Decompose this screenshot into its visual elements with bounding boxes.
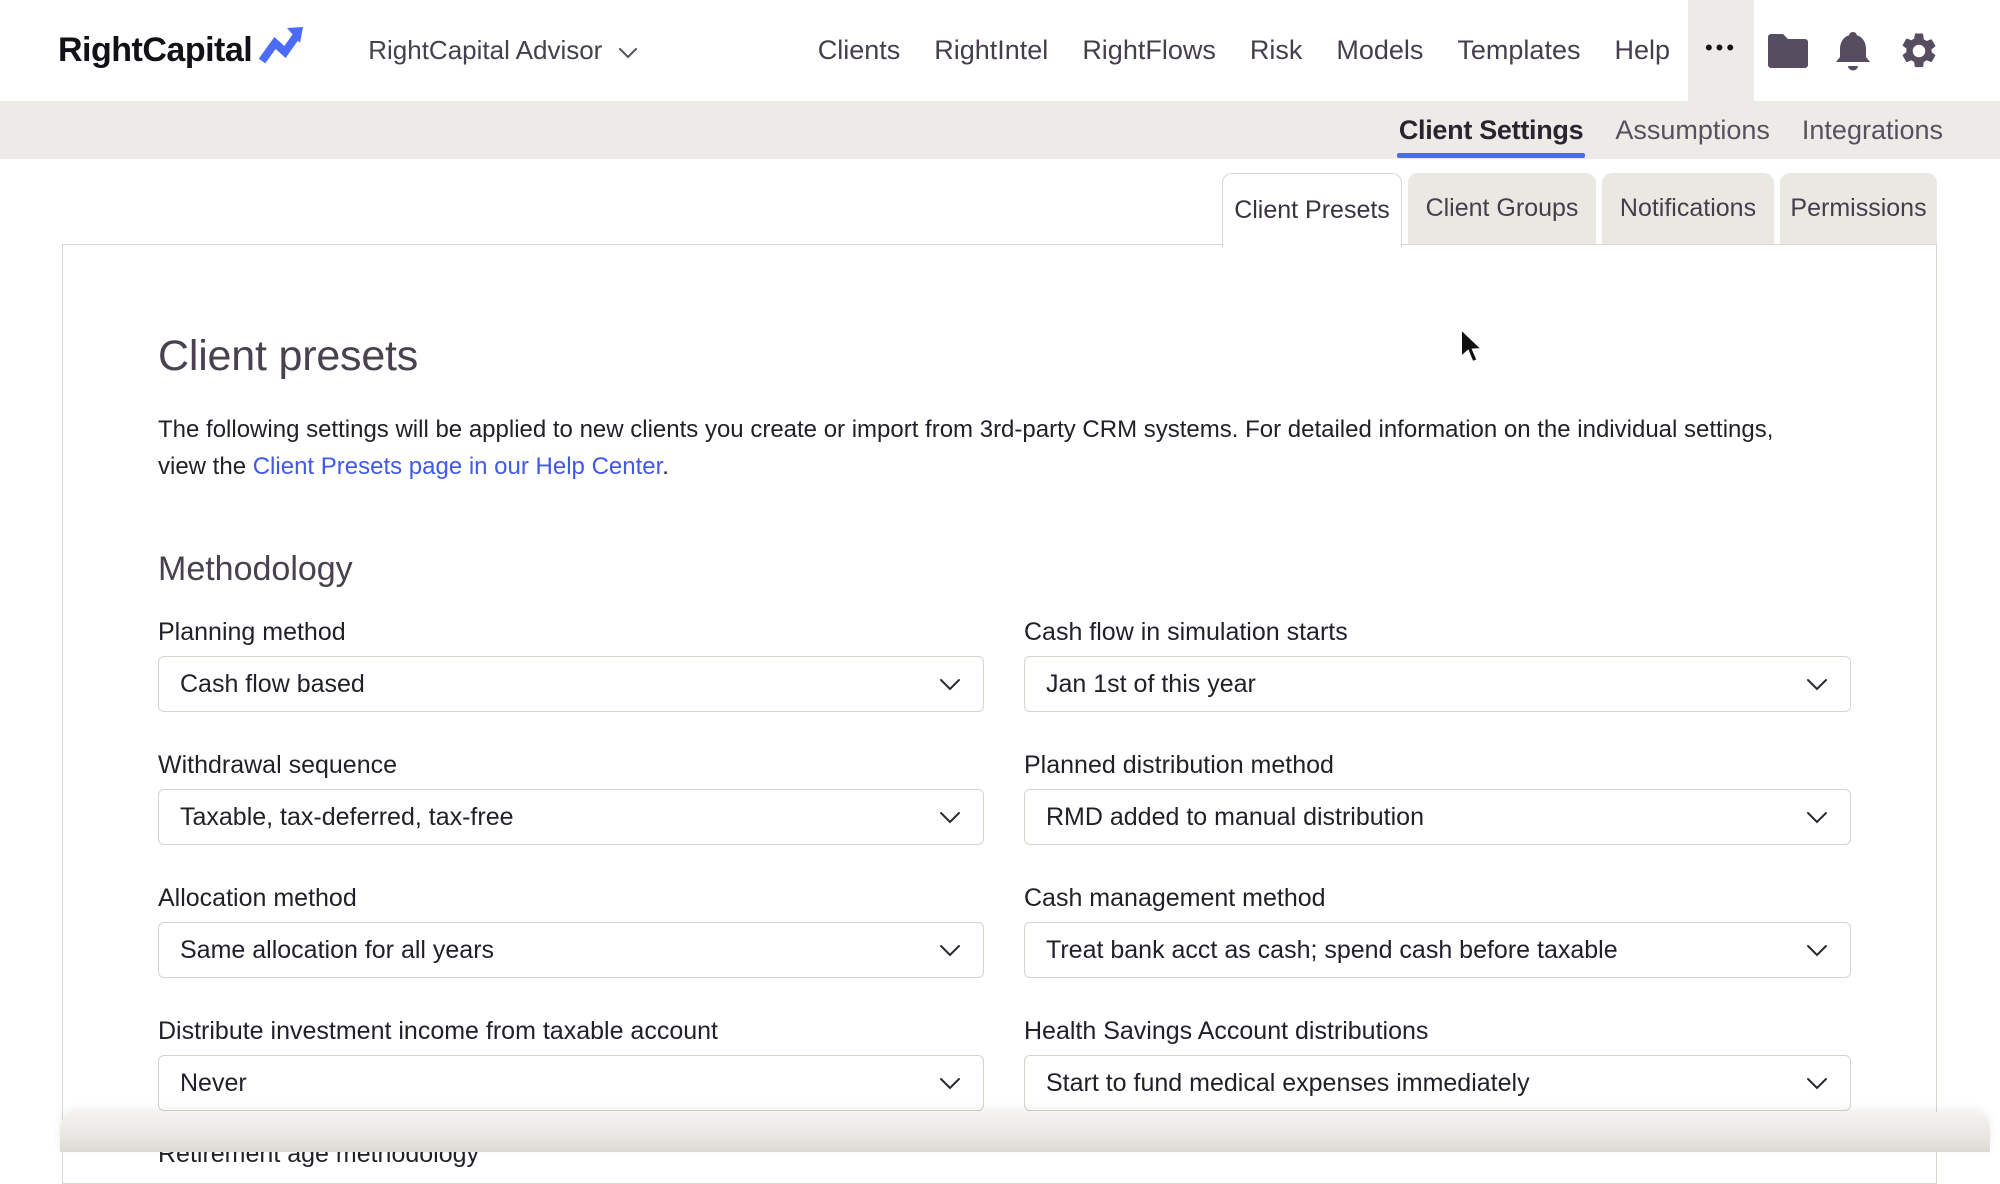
distribute-investment-income-select[interactable]: Never: [158, 1055, 984, 1111]
cash-flow-simulation-select[interactable]: Jan 1st of this year: [1024, 656, 1851, 712]
field-label: Health Savings Account distributions: [1024, 1016, 1851, 1046]
select-value: Cash flow based: [180, 670, 365, 699]
chevron-down-icon: [1806, 678, 1828, 691]
field-planning-method: Planning method Cash flow based: [158, 617, 984, 712]
client-presets-panel: Client presets The following settings wi…: [62, 244, 1937, 1184]
subnav-item-integrations[interactable]: Integrations: [1802, 101, 1943, 159]
help-center-link[interactable]: Client Presets page in our Help Center: [253, 453, 663, 480]
workspace-name: RightCapital Advisor: [368, 35, 602, 66]
select-value: RMD added to manual distribution: [1046, 803, 1424, 832]
bottom-fade-scrim: [60, 1112, 1990, 1152]
field-planned-distribution-method: Planned distribution method RMD added to…: [1024, 750, 1851, 845]
allocation-method-select[interactable]: Same allocation for all years: [158, 922, 984, 978]
select-value: Start to fund medical expenses immediate…: [1046, 1069, 1530, 1098]
page-description: The following settings will be applied t…: [158, 411, 1858, 485]
chevron-down-icon: [939, 678, 961, 691]
workspace-selector[interactable]: RightCapital Advisor: [368, 35, 638, 66]
nav-item-rightintel[interactable]: RightIntel: [934, 35, 1048, 66]
methodology-fields: Planning method Cash flow based Cash flo…: [158, 617, 1936, 1111]
top-navigation-bar: RightCapital RightCapital Advisor Client…: [0, 0, 2000, 101]
field-label: Withdrawal sequence: [158, 750, 984, 780]
field-label: Cash management method: [1024, 883, 1851, 913]
description-line2-prefix: view the: [158, 453, 253, 480]
planning-method-select[interactable]: Cash flow based: [158, 656, 984, 712]
more-ellipsis-icon: •••: [1705, 37, 1737, 65]
field-label: Cash flow in simulation starts: [1024, 617, 1851, 647]
logo-text: RightCapital: [58, 31, 252, 70]
description-line1: The following settings will be applied t…: [158, 416, 1773, 443]
field-hsa-distributions: Health Savings Account distributions Sta…: [1024, 1016, 1851, 1111]
methodology-section-title: Methodology: [158, 547, 1936, 591]
field-distribute-investment-income: Distribute investment income from taxabl…: [158, 1016, 984, 1111]
bell-icon[interactable]: [1834, 31, 1872, 71]
tab-notifications[interactable]: Notifications: [1602, 173, 1774, 244]
field-withdrawal-sequence: Withdrawal sequence Taxable, tax-deferre…: [158, 750, 984, 845]
select-value: Taxable, tax-deferred, tax-free: [180, 803, 514, 832]
nav-item-models[interactable]: Models: [1336, 35, 1423, 66]
chevron-down-icon: [618, 47, 638, 59]
description-line2-suffix: .: [662, 453, 669, 480]
chevron-down-icon: [939, 811, 961, 824]
gear-icon[interactable]: [1898, 30, 1940, 72]
topbar-icon-group: [1768, 30, 1940, 72]
chevron-down-icon: [1806, 811, 1828, 824]
select-value: Never: [180, 1069, 247, 1098]
chevron-down-icon: [1806, 944, 1828, 957]
nav-item-rightflows[interactable]: RightFlows: [1082, 35, 1216, 66]
tab-permissions[interactable]: Permissions: [1780, 173, 1937, 244]
field-label: Planning method: [158, 617, 984, 647]
chevron-down-icon: [939, 944, 961, 957]
field-label: Planned distribution method: [1024, 750, 1851, 780]
folder-icon[interactable]: [1768, 34, 1808, 68]
more-options-button[interactable]: •••: [1688, 0, 1754, 101]
field-cash-management-method: Cash management method Treat bank acct a…: [1024, 883, 1851, 978]
nav-item-help[interactable]: Help: [1614, 35, 1670, 66]
client-settings-tabs: Client Presets Client Groups Notificatio…: [1222, 173, 1937, 247]
select-value: Jan 1st of this year: [1046, 670, 1256, 699]
select-value: Treat bank acct as cash; spend cash befo…: [1046, 936, 1618, 965]
field-label: Distribute investment income from taxabl…: [158, 1016, 984, 1046]
subnav-item-assumptions[interactable]: Assumptions: [1615, 101, 1770, 159]
settings-subnav: Client Settings Assumptions Integrations: [0, 101, 2000, 159]
field-cash-flow-simulation-starts: Cash flow in simulation starts Jan 1st o…: [1024, 617, 1851, 712]
logo-trend-arrow-icon: [258, 26, 304, 68]
select-value: Same allocation for all years: [180, 936, 494, 965]
tab-client-groups[interactable]: Client Groups: [1408, 173, 1596, 244]
subnav-item-client-settings[interactable]: Client Settings: [1399, 101, 1584, 159]
page-title: Client presets: [158, 331, 1936, 381]
primary-nav: Clients RightIntel RightFlows Risk Model…: [818, 35, 1670, 66]
field-allocation-method: Allocation method Same allocation for al…: [158, 883, 984, 978]
nav-item-clients[interactable]: Clients: [818, 35, 901, 66]
cash-management-select[interactable]: Treat bank acct as cash; spend cash befo…: [1024, 922, 1851, 978]
chevron-down-icon: [939, 1077, 961, 1090]
planned-distribution-select[interactable]: RMD added to manual distribution: [1024, 789, 1851, 845]
nav-item-templates[interactable]: Templates: [1457, 35, 1580, 66]
hsa-distributions-select[interactable]: Start to fund medical expenses immediate…: [1024, 1055, 1851, 1111]
nav-item-risk[interactable]: Risk: [1250, 35, 1303, 66]
field-label: Allocation method: [158, 883, 984, 913]
tab-client-presets[interactable]: Client Presets: [1222, 173, 1402, 247]
rightcapital-logo[interactable]: RightCapital: [58, 31, 304, 70]
chevron-down-icon: [1806, 1077, 1828, 1090]
withdrawal-sequence-select[interactable]: Taxable, tax-deferred, tax-free: [158, 789, 984, 845]
